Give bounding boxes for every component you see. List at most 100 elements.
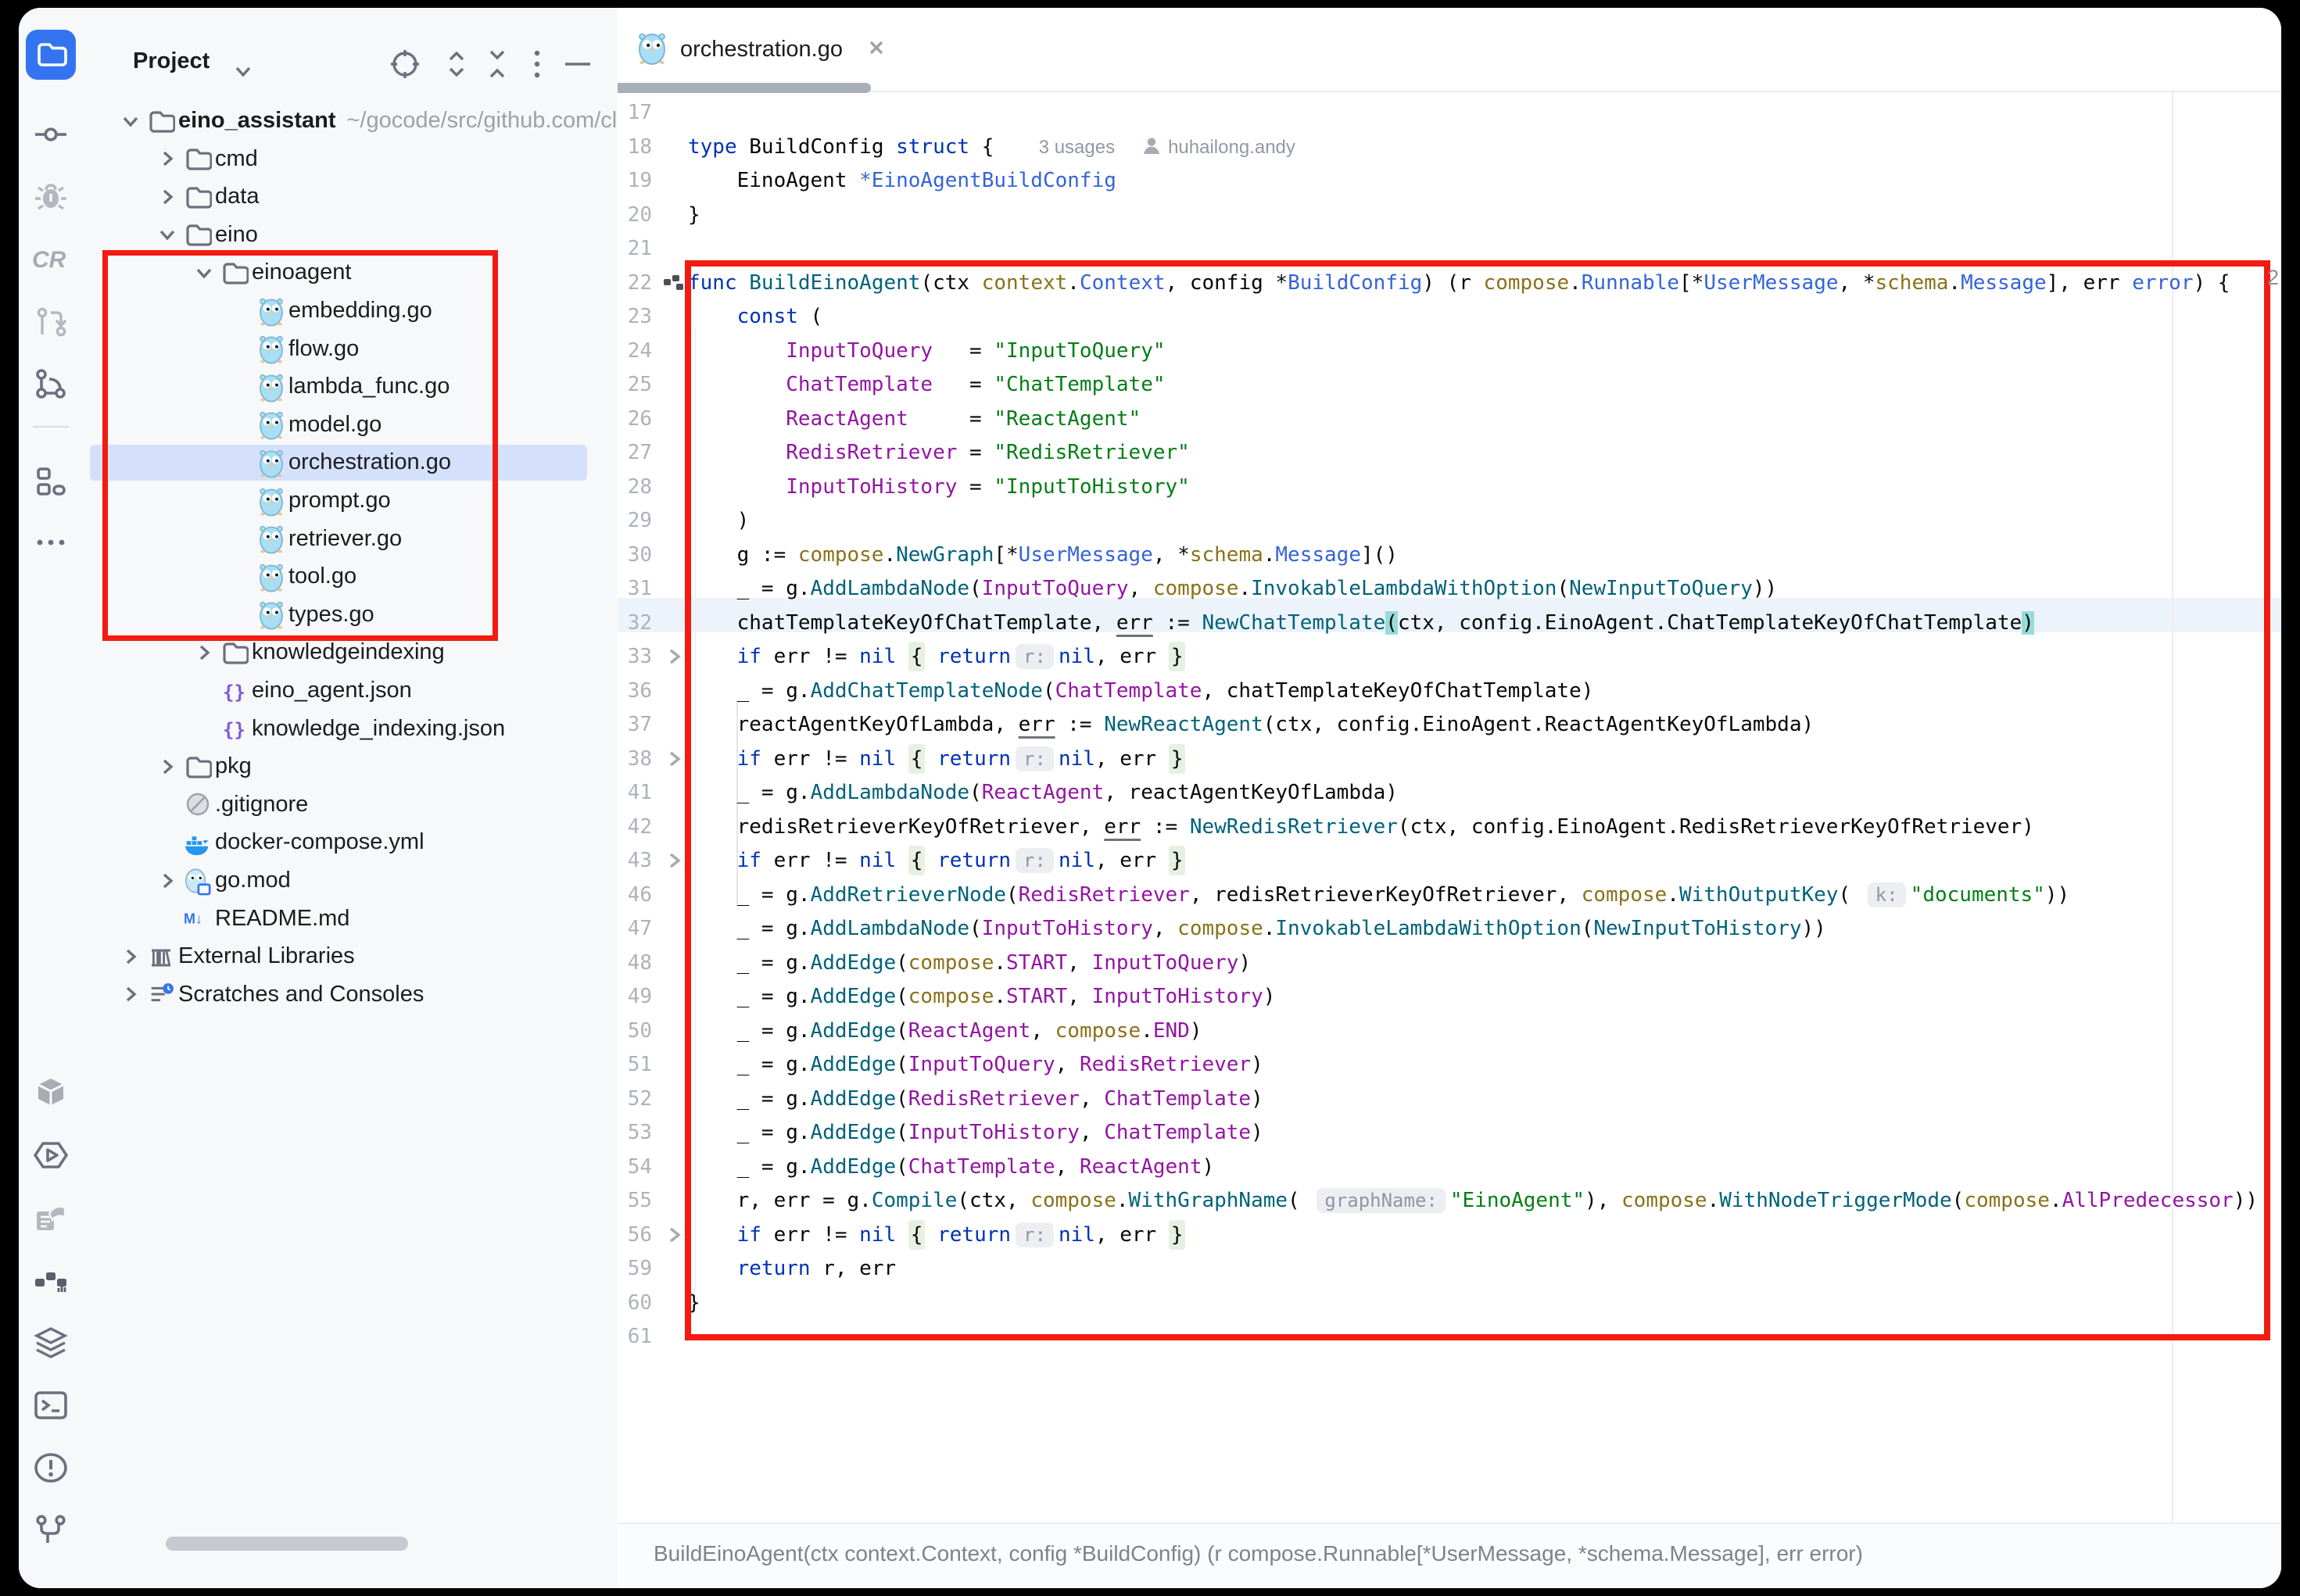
code-text: if err != nil { returnr:nil, err }	[688, 843, 1185, 878]
code-line-54: 54 _ = g.AddEdge(ChatTemplate, ReactAgen…	[618, 1150, 2281, 1184]
chevron-down-icon[interactable]	[191, 259, 217, 286]
structure-icon[interactable]	[19, 460, 83, 503]
tree-item-lambda-func-go[interactable]: lambda_func.go	[83, 367, 618, 406]
fold-chevron-icon[interactable]	[658, 1218, 690, 1252]
line-number: 25	[618, 367, 652, 402]
tree-item-retriever-go[interactable]: retriever.go	[83, 520, 618, 558]
fold-chevron-icon[interactable]	[658, 742, 690, 776]
debug-bug-icon[interactable]	[19, 175, 83, 219]
tree-item-cmd[interactable]: cmd	[83, 140, 618, 178]
tree-item-docker-compose-yml[interactable]: docker-compose.yml	[83, 823, 618, 861]
code-line-51: 51 _ = g.AddEdge(InputToQuery, RedisRetr…	[618, 1047, 2281, 1082]
tree-item-label: tool.go	[288, 564, 356, 589]
collapse-all-icon[interactable]	[478, 45, 516, 83]
tree-item-einoagent[interactable]: einoagent	[83, 253, 618, 292]
line-number: 27	[618, 435, 652, 470]
line-number: 52	[618, 1082, 652, 1116]
tree-item-tool-go[interactable]: tool.go	[83, 557, 618, 596]
usages-code-vision[interactable]: 3 usages	[1039, 137, 1115, 158]
function-signature-breadcrumb[interactable]: BuildEinoAgent(ctx context.Context, conf…	[654, 1541, 1863, 1566]
tree-item-label: Scratches and Consoles	[178, 982, 424, 1007]
chevron-down-icon[interactable]	[117, 108, 144, 134]
fold-chevron-icon[interactable]	[658, 639, 690, 674]
fold-chevron-icon[interactable]	[658, 843, 690, 878]
code-line-50: 50 _ = g.AddEdge(ReactAgent, compose.END…	[618, 1014, 2281, 1048]
branch-graph-icon[interactable]	[19, 362, 83, 406]
run-hexagon-icon[interactable]	[19, 1133, 83, 1177]
problems-icon[interactable]	[19, 1446, 83, 1490]
tree-item-eino-assistant[interactable]: eino_assistant~/gocode/src/github.com/cl	[83, 102, 618, 140]
tree-item-label: knowledgeindexing	[252, 639, 445, 665]
tree-item-flow-go[interactable]: flow.go	[83, 330, 618, 368]
line-number: 23	[618, 299, 652, 334]
activity-divider	[33, 426, 69, 428]
inlay-hint: k:	[1868, 882, 1906, 907]
close-icon[interactable]	[863, 34, 890, 65]
chevron-right-icon[interactable]	[117, 943, 144, 970]
terminal-icon[interactable]	[19, 1383, 83, 1427]
code-review-icon[interactable]: CR	[19, 238, 83, 281]
tree-item-prompt-go[interactable]: prompt.go	[83, 481, 618, 520]
services-layers-icon[interactable]	[19, 1321, 83, 1365]
chevron-right-icon[interactable]	[117, 981, 144, 1007]
editor-area[interactable]: 1718type BuildConfig struct { 3 usageshu…	[618, 8, 2281, 1588]
tree-item-eino[interactable]: eino	[83, 216, 618, 254]
line-number: 55	[618, 1183, 652, 1218]
pull-request-icon[interactable]	[19, 300, 83, 344]
chevron-right-icon[interactable]	[154, 868, 181, 894]
tree-item-external-libraries[interactable]: External Libraries	[83, 937, 618, 975]
tab-scrollbar[interactable]	[618, 83, 871, 93]
project-folder-icon[interactable]	[19, 30, 83, 73]
tree-item-orchestration-go[interactable]: orchestration.go	[83, 443, 618, 481]
bookmark-doc-icon[interactable]	[19, 1196, 83, 1240]
profiler-icon[interactable]	[19, 1258, 83, 1302]
chevron-down-icon[interactable]	[154, 221, 181, 248]
chevron-right-icon[interactable]	[191, 639, 217, 666]
code-vision-icon[interactable]	[658, 266, 690, 300]
code-text: _ = g.AddEdge(compose.START, InputToHist…	[688, 979, 1275, 1014]
json-icon: {}	[220, 714, 249, 743]
tree-item-knowledge-indexing-json[interactable]: {}knowledge_indexing.json	[83, 710, 618, 748]
tree-item--gitignore[interactable]: .gitignore	[83, 785, 618, 824]
tree-item-embedding-go[interactable]: embedding.go	[83, 292, 618, 330]
chevron-down-icon[interactable]	[230, 58, 256, 88]
package-icon[interactable]	[19, 1071, 83, 1115]
chevron-right-icon[interactable]	[154, 184, 181, 210]
go-icon	[257, 410, 285, 438]
chevron-right-icon[interactable]	[154, 753, 181, 780]
code-text: _ = g.AddEdge(ChatTemplate, ReactAgent)	[688, 1150, 1214, 1184]
tree-item-go-mod[interactable]: go.mod	[83, 861, 618, 900]
tab-orchestration-go[interactable]: orchestration.go	[636, 22, 890, 77]
expand-all-icon[interactable]	[438, 45, 475, 83]
line-number: 20	[618, 198, 652, 232]
line-number: 31	[618, 571, 652, 606]
tree-item-pkg[interactable]: pkg	[83, 747, 618, 785]
more-icon[interactable]	[19, 521, 83, 564]
folder-icon	[184, 753, 212, 781]
code-line-49: 49 _ = g.AddEdge(compose.START, InputToH…	[618, 979, 2281, 1014]
tree-item-eino-agent-json[interactable]: {}eino_agent.json	[83, 671, 618, 710]
tree-item-scratches-and-consoles[interactable]: Scratches and Consoles	[83, 975, 618, 1014]
project-panel-header: Project	[83, 31, 618, 94]
code-line-59: 59 return r, err	[618, 1251, 2281, 1286]
tree-item-readme-md[interactable]: M↓README.md	[83, 900, 618, 938]
line-number: 17	[618, 95, 652, 130]
code-text: if err != nil { returnr:nil, err }	[688, 639, 1185, 674]
chevron-right-icon[interactable]	[154, 145, 181, 172]
tree-item-data[interactable]: data	[83, 177, 618, 216]
project-panel-title[interactable]: Project	[133, 48, 210, 74]
version-fork-icon[interactable]	[19, 1508, 83, 1552]
tree-item-types-go[interactable]: types.go	[83, 596, 618, 634]
kebab-icon[interactable]	[518, 45, 556, 83]
svg-text:CR: CR	[32, 247, 66, 273]
code-line-32: 32 chatTemplateKeyOfChatTemplate, err :=…	[618, 606, 2281, 640]
code-text: )	[688, 503, 749, 538]
commit-icon[interactable]	[19, 113, 83, 156]
code-text: _ = g.AddEdge(InputToHistory, ChatTempla…	[688, 1115, 1263, 1150]
project-horizontal-scrollbar[interactable]	[166, 1537, 408, 1551]
tree-item-model-go[interactable]: model.go	[83, 406, 618, 444]
tree-item-knowledgeindexing[interactable]: knowledgeindexing	[83, 633, 618, 671]
minimize-icon[interactable]	[559, 45, 596, 83]
project-root-path: ~/gocode/src/github.com/cl	[346, 108, 617, 133]
locate-icon[interactable]	[386, 45, 424, 83]
